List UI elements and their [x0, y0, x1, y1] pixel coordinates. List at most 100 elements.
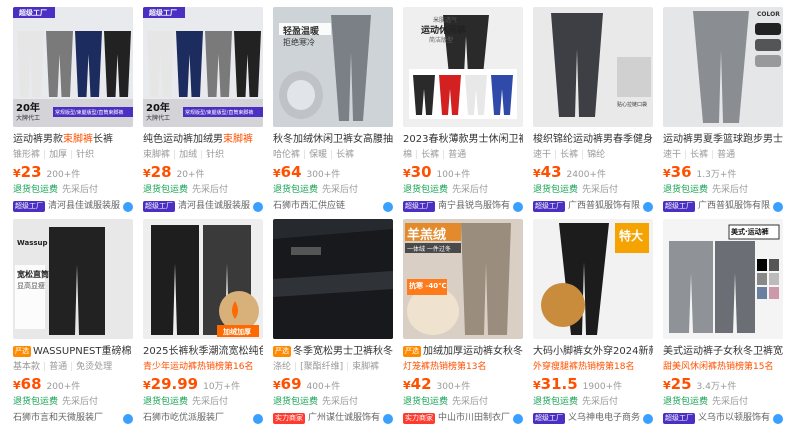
shop-name[interactable]: 广西普狐服饰有限: [568, 200, 641, 212]
attribute-tag: 针织: [197, 150, 224, 160]
product-card[interactable]: 超级工厂 20年 大牌代工 常规版型/束腿版型/直筒束脚裤纯色运动裤加绒男束脚裤 束脚裤…: [143, 7, 263, 212]
currency-symbol: ¥: [13, 379, 21, 392]
product-card[interactable]: COLOR 运动裤男夏季篮球跑步男士速干长裤普通 ¥36 1.3万+件退货包运费先采后…: [663, 7, 783, 212]
product-image[interactable]: 轻盈温暖 拒绝寒冷: [273, 7, 393, 127]
currency-symbol: ¥: [143, 167, 151, 180]
shop-row[interactable]: 石狮市屹优派服装厂: [143, 412, 263, 424]
shop-name[interactable]: 南宁县锐鸟服饰有: [438, 200, 511, 212]
product-title[interactable]: 大码小脚裤女外穿2024新款: [533, 345, 653, 358]
product-image[interactable]: 加绒加厚: [143, 219, 263, 339]
shop-row[interactable]: 超级工厂 义乌市以顿服饰有: [663, 412, 783, 424]
product-title[interactable]: 梭织锦纶运动裤男春季健身: [533, 133, 653, 146]
attribute-tag: 普通: [40, 362, 67, 372]
product-card[interactable]: Wassup 宽松直筒显高显瘦严选WASSUPNEST重磅棉基本款普通免烫处理 ¥6…: [13, 219, 133, 424]
shop-name[interactable]: 义乌市以顿服饰有: [698, 412, 771, 424]
service-tags: 退货包运费 先采后付: [403, 396, 523, 408]
shop-row[interactable]: 超级工厂 广西普狐服饰有限: [533, 200, 653, 212]
shop-name[interactable]: 广西普狐服饰有限: [698, 200, 771, 212]
attribute-tag: 针织: [67, 150, 94, 160]
ranking-text[interactable]: 青少年运动裤热销榜第16名: [143, 361, 263, 373]
chat-icon[interactable]: [513, 413, 523, 424]
product-title[interactable]: 美式运动裤子女秋冬卫裤宽: [663, 345, 783, 358]
product-title[interactable]: 严选 冬季宽松男士卫裤秋冬: [273, 345, 393, 358]
product-image[interactable]: Wassup 宽松直筒 显高显瘦: [13, 219, 133, 339]
chat-icon[interactable]: [123, 201, 133, 212]
product-card[interactable]: 加绒加厚 2025长裤秋季潮流宽松纯色 青少年运动裤热销榜第16名 ¥29.99 10万…: [143, 219, 263, 424]
shop-row[interactable]: 超级工厂 南宁县锐鸟服饰有: [403, 200, 523, 212]
product-title[interactable]: 2023春秋薄款男士休闲卫裤: [403, 133, 523, 146]
chat-icon[interactable]: [253, 201, 263, 212]
product-image[interactable]: 羊羔绒 一体绒 一件过冬 抗寒 -40℃: [403, 219, 523, 339]
product-title[interactable]: 纯色运动裤加绒男束脚裤: [143, 133, 263, 146]
attribute-tag: [聚酯纤维]: [291, 362, 343, 372]
product-image[interactable]: 米肤透气 运动休闲裤 简洁版型: [403, 7, 523, 127]
pay-later-tag: 先采后付: [582, 397, 619, 407]
product-image[interactable]: 贴心拉链口袋: [533, 7, 653, 127]
product-image[interactable]: [273, 219, 393, 339]
product-title-text: 秋冬加绒休闲卫裤女高腰抽: [273, 134, 393, 145]
free-return-tag: 退货包运费: [663, 185, 709, 195]
shop-row[interactable]: 实力商家 中山市川田制衣厂: [403, 412, 523, 424]
product-card[interactable]: 贴心拉链口袋梭织锦纶运动裤男春季健身速干长裤锦纶 ¥43 2400+件退货包运费先采…: [533, 7, 653, 212]
product-title[interactable]: 运动裤男夏季篮球跑步男士: [663, 133, 783, 146]
product-title[interactable]: 运动裤男款束脚裤长裤: [13, 133, 133, 146]
product-title[interactable]: 严选 WASSUPNEST重磅棉: [13, 345, 133, 358]
product-title[interactable]: 严选 加绒加厚运动裤女秋冬: [403, 345, 523, 358]
shop-row[interactable]: 超级工厂 清河县佳诚服装服: [13, 200, 133, 212]
chat-icon[interactable]: [383, 413, 393, 424]
shop-badge: 超级工厂: [533, 201, 565, 212]
price-row: ¥68 200+件: [13, 375, 133, 393]
attribute-tag: 加厚: [40, 150, 67, 160]
price-row: ¥31.5 1900+件: [533, 375, 653, 393]
attribute-tag: 束脚裤: [143, 150, 171, 160]
product-card[interactable]: 超级工厂 20年大牌代工 常规版型/束腿版型/直筒束脚裤运动裤男款束脚裤长裤锥形裤加…: [13, 7, 133, 212]
product-image[interactable]: 超级工厂 20年 大牌代工 常规版型/束腿版型/直筒束脚裤: [143, 7, 263, 127]
product-card[interactable]: 轻盈温暖拒绝寒冷秋冬加绒休闲卫裤女高腰抽哈伦裤保暖长裤 ¥64 300+件退货包运费…: [273, 7, 393, 212]
image-subline-text: 拒绝寒冷: [283, 38, 315, 47]
product-title[interactable]: 秋冬加绒休闲卫裤女高腰抽: [273, 133, 393, 146]
shop-row[interactable]: 石狮市言和天微服装厂: [13, 412, 133, 424]
product-card[interactable]: 米肤透气运动休闲裤简洁版型 2023春秋薄款男士休闲卫裤棉长裤普通 ¥30 100+件…: [403, 7, 523, 212]
product-image[interactable]: 超级工厂 20年 大牌代工 常规版型/束腿版型/直筒束脚裤: [13, 7, 133, 127]
shop-badge: 实力商家: [273, 413, 305, 424]
currency-symbol: ¥: [273, 379, 281, 392]
chat-icon[interactable]: [253, 413, 263, 424]
ranking-text[interactable]: 甜美风休闲裤热销榜第15名: [663, 361, 783, 373]
currency-symbol: ¥: [273, 167, 281, 180]
shop-name[interactable]: 石狮市言和天微服装厂: [13, 412, 121, 424]
product-attributes: 锥形裤加厚针织: [13, 149, 133, 161]
product-card[interactable]: 特大 大码小脚裤女外穿2024新款 外穿瘦腿裤热销榜第18名 ¥31.5 1900+件退…: [533, 219, 653, 424]
free-return-tag: 退货包运费: [403, 397, 449, 407]
product-price: 29.99: [150, 375, 199, 393]
shop-name[interactable]: 清河县佳诚服装服: [178, 200, 251, 212]
chat-icon[interactable]: [383, 201, 393, 212]
shop-row[interactable]: 超级工厂 清河县佳诚服装服: [143, 200, 263, 212]
free-return-tag: 退货包运费: [533, 185, 579, 195]
shop-name[interactable]: 清河县佳诚服装服: [48, 200, 121, 212]
shop-name[interactable]: 义乌神电电子商务: [568, 412, 641, 424]
chat-icon[interactable]: [773, 201, 783, 212]
chat-icon[interactable]: [643, 201, 653, 212]
product-image[interactable]: 特大: [533, 219, 653, 339]
ranking-text[interactable]: 灯笼裤热销榜第13名: [403, 361, 523, 373]
shop-row[interactable]: 实力商家 广州谋仕诚服饰有: [273, 412, 393, 424]
product-title-text: 2023春秋薄款男士休闲卫裤: [403, 134, 523, 145]
product-card[interactable]: 羊羔绒 一体绒 一件过冬 抗寒 -40℃ 严选 加绒加厚运动裤女秋冬 灯笼裤热销榜第13名…: [403, 219, 523, 424]
ranking-text[interactable]: 外穿瘦腿裤热销榜第18名: [533, 361, 653, 373]
product-card[interactable]: 严选冬季宽松男士卫裤秋冬涤纶[聚酯纤维]束脚裤 ¥69 400+件退货包运费先采后付…: [273, 219, 393, 424]
shop-name[interactable]: 中山市川田制衣厂: [438, 412, 511, 424]
shop-name[interactable]: 石狮市屹优派服装厂: [143, 412, 251, 424]
chat-icon[interactable]: [643, 413, 653, 424]
shop-row[interactable]: 石狮市西汇供应链: [273, 200, 393, 212]
product-image[interactable]: 美式·运动裤: [663, 219, 783, 339]
shop-name[interactable]: 石狮市西汇供应链: [273, 200, 381, 212]
shop-row[interactable]: 超级工厂 义乌神电电子商务: [533, 412, 653, 424]
chat-icon[interactable]: [123, 413, 133, 424]
product-title[interactable]: 2025长裤秋季潮流宽松纯色: [143, 345, 263, 358]
shop-row[interactable]: 超级工厂 广西普狐服饰有限: [663, 200, 783, 212]
chat-icon[interactable]: [773, 413, 783, 424]
product-image[interactable]: COLOR: [663, 7, 783, 127]
chat-icon[interactable]: [513, 201, 523, 212]
shop-name[interactable]: 广州谋仕诚服饰有: [308, 412, 381, 424]
product-card[interactable]: 美式·运动裤 美式运动裤子女秋冬卫裤宽 甜美风休闲裤热销榜第15名 ¥25 3.4万+件…: [663, 219, 783, 424]
